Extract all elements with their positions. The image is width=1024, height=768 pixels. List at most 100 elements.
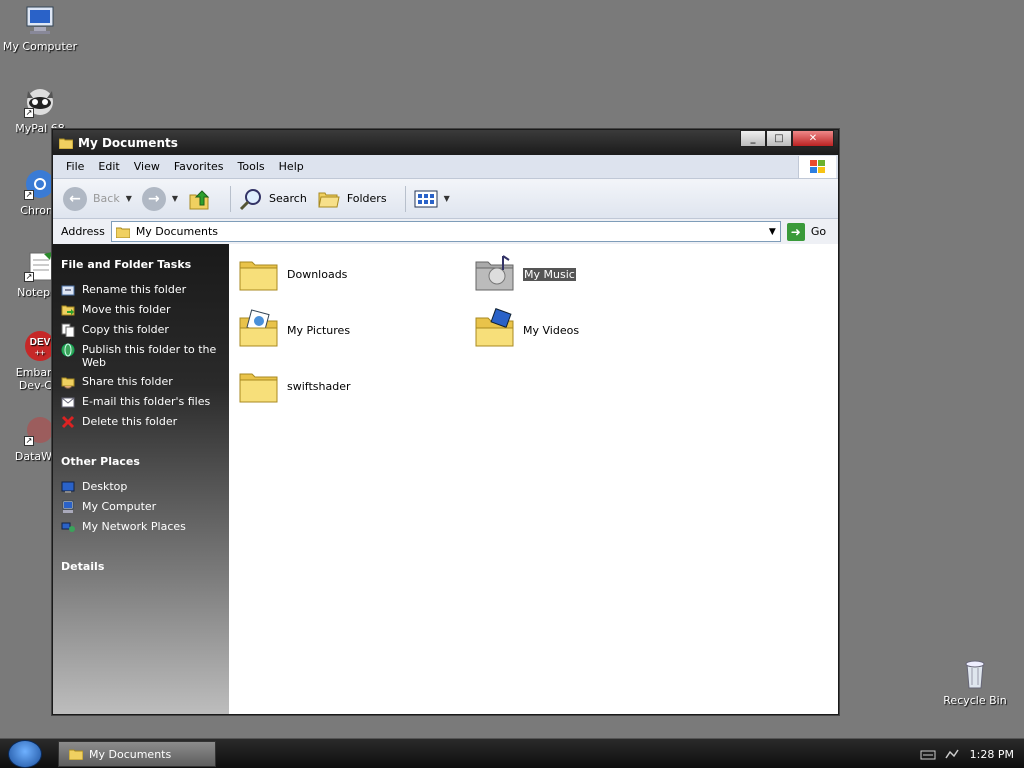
file-folder-tasks-group: File and Folder Tasks Rename this folder… (61, 258, 229, 429)
place-my-computer[interactable]: My Computer (61, 500, 229, 514)
minimize-button[interactable]: _ (740, 130, 766, 147)
task-share-folder[interactable]: Share this folder (61, 375, 229, 389)
recycle-bin-icon (959, 658, 991, 690)
explorer-window: My Documents _ □ ✕ File Edit View Favori… (52, 129, 839, 715)
task-email-files[interactable]: E-mail this folder's files (61, 395, 229, 409)
folder-icon (239, 373, 278, 403)
menu-tools[interactable]: Tools (231, 160, 272, 173)
desktop-icon-mypal[interactable]: ↗ MyPal 68 (0, 86, 80, 135)
window-controls: _ □ ✕ (740, 130, 834, 147)
shortcut-arrow-icon: ↗ (24, 272, 34, 282)
move-folder-icon (61, 305, 75, 316)
my-computer-icon (24, 4, 56, 36)
address-bar: Address My Documents ▼ ➜ Go (53, 219, 838, 245)
share-icon (61, 377, 75, 389)
search-icon (239, 188, 262, 210)
task-rename-folder[interactable]: Rename this folder (61, 283, 229, 297)
back-button[interactable]: ← Back ▼ (63, 186, 132, 211)
folder-item-my-videos[interactable]: My Videos (473, 308, 579, 352)
folder-icon (239, 261, 278, 291)
menu-file[interactable]: File (59, 160, 91, 173)
menu-view[interactable]: View (127, 160, 167, 173)
views-icon (414, 190, 438, 207)
chevron-down-icon[interactable]: ▼ (769, 227, 776, 237)
folder-label: My Pictures (287, 323, 351, 337)
desktop-icon (61, 481, 75, 493)
other-places-group: Other Places Desktop My Computer My Netw… (61, 455, 229, 534)
taskbar-button-my-documents[interactable]: My Documents (58, 741, 216, 767)
folder-label: My Music (523, 267, 576, 281)
place-desktop[interactable]: Desktop (61, 480, 229, 494)
videos-folder-icon (475, 308, 514, 347)
folder-icon (115, 227, 130, 238)
shortcut-arrow-icon: ↗ (24, 190, 34, 200)
file-folder-tasks-heading[interactable]: File and Folder Tasks (61, 258, 229, 271)
folder-label: swiftshader (287, 379, 351, 393)
go-arrow-icon: ➜ (786, 222, 805, 241)
shortcut-arrow-icon: ↗ (24, 108, 34, 118)
svg-text:++: ++ (35, 348, 46, 358)
clock[interactable]: 1:28 PM (970, 748, 1014, 761)
place-my-network-places[interactable]: My Network Places (61, 520, 229, 534)
address-input[interactable]: My Documents ▼ (110, 221, 781, 242)
go-button[interactable]: ➜ Go (786, 222, 827, 241)
music-folder-icon (475, 255, 514, 291)
toolbar-separator (404, 185, 406, 212)
chevron-down-icon[interactable]: ▼ (444, 194, 450, 203)
views-button[interactable]: ▼ (414, 189, 450, 209)
network-icon (61, 522, 75, 532)
folder-item-my-pictures[interactable]: My Pictures (237, 308, 350, 352)
delete-icon (61, 415, 75, 429)
copy-icon (61, 323, 75, 337)
forward-arrow-icon: → (141, 186, 166, 211)
my-computer-icon (62, 500, 74, 513)
details-heading[interactable]: Details (61, 560, 229, 573)
search-label: Search (269, 192, 307, 205)
task-delete-folder[interactable]: Delete this folder (61, 415, 229, 429)
back-arrow-icon: ← (63, 186, 87, 211)
folder-item-my-music[interactable]: My Music (473, 252, 576, 296)
folders-icon (318, 192, 340, 207)
forward-button[interactable]: → ▼ (141, 186, 178, 211)
chevron-down-icon[interactable]: ▼ (126, 194, 132, 203)
folder-item-swiftshader[interactable]: swiftshader (237, 364, 351, 408)
rename-icon (61, 285, 75, 296)
desktop-icon-my-computer[interactable]: My Computer (0, 4, 80, 53)
desktop-icon-recycle-bin[interactable]: Recycle Bin (935, 658, 1015, 707)
close-button[interactable]: ✕ (792, 130, 834, 147)
search-button[interactable]: Search (239, 187, 307, 211)
address-value: My Documents (135, 225, 219, 238)
network-tray-icon[interactable] (944, 748, 960, 760)
maximize-button[interactable]: □ (766, 130, 792, 147)
up-folder-button[interactable] (188, 187, 212, 211)
address-label: Address (61, 225, 105, 238)
keyboard-icon[interactable] (920, 748, 936, 760)
folder-item-downloads[interactable]: Downloads (237, 252, 347, 296)
pictures-folder-icon (239, 309, 278, 347)
start-button[interactable] (8, 740, 42, 768)
taskbar-button-label: My Documents (89, 747, 172, 761)
other-places-heading[interactable]: Other Places (61, 455, 229, 468)
up-folder-icon (189, 189, 210, 209)
toolbar-separator (230, 185, 232, 212)
task-publish-folder[interactable]: Publish this folder to the Web (61, 343, 229, 369)
desktop-icon-label: My Computer (2, 40, 78, 53)
task-pane: File and Folder Tasks Rename this folder… (53, 244, 229, 714)
go-label: Go (810, 225, 827, 238)
task-copy-folder[interactable]: Copy this folder (61, 323, 229, 337)
folders-label: Folders (346, 192, 387, 205)
task-move-folder[interactable]: Move this folder (61, 303, 229, 317)
window-title: My Documents (78, 135, 178, 150)
system-tray: 1:28 PM (912, 739, 1014, 768)
menu-help[interactable]: Help (272, 160, 311, 173)
email-icon (61, 397, 75, 408)
desktop-icon-label: Recycle Bin (943, 694, 1007, 707)
folder-label: Downloads (287, 267, 348, 281)
title-bar[interactable]: My Documents _ □ ✕ (53, 130, 838, 155)
menu-bar: File Edit View Favorites Tools Help (53, 155, 838, 179)
menu-favorites[interactable]: Favorites (167, 160, 231, 173)
folders-button[interactable]: Folders (317, 187, 387, 211)
explorer-body: File and Folder Tasks Rename this folder… (53, 244, 838, 714)
chevron-down-icon[interactable]: ▼ (172, 194, 178, 203)
menu-edit[interactable]: Edit (91, 160, 126, 173)
